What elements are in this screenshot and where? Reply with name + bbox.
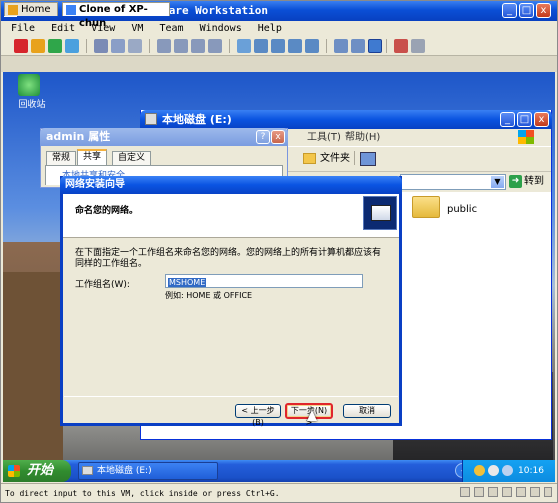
wizard-title: 网络安装向导 bbox=[65, 179, 125, 190]
menu-tools[interactable]: 工具(T) bbox=[307, 129, 341, 146]
sidebar-icon[interactable] bbox=[237, 39, 251, 53]
status-text: To direct input to this VM, click inside… bbox=[5, 489, 280, 498]
summary-icon[interactable] bbox=[305, 39, 319, 53]
menu-file[interactable]: File bbox=[11, 21, 35, 36]
cancel-button[interactable]: 取消 bbox=[343, 404, 391, 418]
folder-label[interactable]: public bbox=[447, 204, 477, 215]
windows-logo-icon bbox=[518, 130, 534, 144]
taskbar-item-label: 本地磁盘 (E:) bbox=[97, 466, 152, 476]
messages-icon[interactable] bbox=[334, 39, 348, 53]
toolbar-divider bbox=[229, 39, 230, 53]
network-computers-icon bbox=[363, 196, 397, 230]
back-button[interactable]: < 上一步(B) bbox=[235, 404, 281, 427]
revert-snapshot-icon[interactable] bbox=[111, 39, 125, 53]
explorer-minimize-button[interactable]: _ bbox=[500, 112, 515, 127]
folders-icon bbox=[303, 153, 316, 164]
menu-vm[interactable]: VM bbox=[131, 21, 143, 36]
workgroup-example: 例如: HOME 或 OFFICE bbox=[165, 291, 253, 300]
usb-icon[interactable] bbox=[516, 487, 526, 497]
drive-icon bbox=[82, 466, 93, 475]
security-shield-icon[interactable] bbox=[474, 465, 485, 476]
explorer-close-button[interactable]: x bbox=[534, 112, 549, 127]
wallpaper-building bbox=[3, 272, 63, 460]
team-suspend-icon[interactable] bbox=[191, 39, 205, 53]
properties-title-bar[interactable]: admin 属性 bbox=[40, 128, 288, 146]
windows-flag-icon bbox=[8, 465, 20, 477]
floppy-icon[interactable] bbox=[488, 487, 498, 497]
folders-button[interactable]: 文件夹 bbox=[320, 146, 350, 172]
suspend-icon[interactable] bbox=[31, 39, 45, 53]
message-icon[interactable] bbox=[544, 487, 552, 497]
tab-general[interactable]: 常规 bbox=[46, 151, 77, 165]
toolbar-divider bbox=[354, 151, 355, 165]
recycle-bin-label[interactable]: 回收站 bbox=[12, 97, 52, 110]
toolbar-divider bbox=[386, 39, 387, 53]
wizard-heading: 命名您的网络。 bbox=[75, 206, 139, 216]
power-on-icon[interactable] bbox=[48, 39, 62, 53]
views-icon[interactable] bbox=[360, 152, 376, 166]
toolbar-divider bbox=[86, 39, 87, 53]
taskbar-item-explorer[interactable]: 本地磁盘 (E:) bbox=[78, 462, 218, 480]
snapshot-manager-icon[interactable] bbox=[128, 39, 142, 53]
tab-home[interactable]: Home bbox=[4, 2, 58, 16]
cdrom-icon[interactable] bbox=[474, 487, 484, 497]
go-button[interactable]: 转到 bbox=[507, 174, 549, 190]
volume-icon[interactable] bbox=[502, 465, 513, 476]
menu-help-cn[interactable]: 帮助(H) bbox=[345, 129, 380, 146]
start-label: 开始 bbox=[27, 463, 54, 478]
wizard-divider bbox=[64, 396, 398, 397]
record-icon[interactable] bbox=[394, 39, 408, 53]
properties-close-button[interactable]: x bbox=[271, 130, 285, 144]
sound-icon[interactable] bbox=[530, 487, 540, 497]
toolbar-divider bbox=[326, 39, 327, 53]
wizard-description: 在下面指定一个工作组名来命名您的网络。您的网络上的所有计算机都应该有同样的工作组… bbox=[75, 248, 382, 269]
reset-icon[interactable] bbox=[65, 39, 79, 53]
maximize-button[interactable]: □ bbox=[519, 3, 534, 18]
wizard-header bbox=[63, 194, 399, 238]
workgroup-label: 工作组名(W): bbox=[75, 280, 130, 290]
home-icon bbox=[8, 5, 18, 15]
vm-icon bbox=[66, 5, 76, 15]
fullscreen-icon[interactable] bbox=[271, 39, 285, 53]
workgroup-value: MSHOME bbox=[168, 278, 207, 287]
snapshot-icon[interactable] bbox=[94, 39, 108, 53]
network-icon[interactable] bbox=[488, 465, 499, 476]
vm-tab-bar bbox=[1, 56, 557, 72]
power-off-icon[interactable] bbox=[14, 39, 28, 53]
drive-icon bbox=[145, 113, 157, 125]
explorer-maximize-button[interactable]: □ bbox=[517, 112, 532, 127]
close-button[interactable]: x bbox=[536, 3, 551, 18]
console-view-icon[interactable] bbox=[368, 39, 382, 53]
menu-edit[interactable]: Edit bbox=[51, 21, 75, 36]
workgroup-input[interactable]: MSHOME bbox=[165, 274, 363, 288]
recycle-bin-icon[interactable] bbox=[18, 74, 40, 96]
team-icon[interactable] bbox=[157, 39, 171, 53]
tab-vm[interactable]: Clone of XP-chun bbox=[62, 2, 170, 29]
menu-team[interactable]: Team bbox=[159, 21, 183, 36]
team-power-icon[interactable] bbox=[174, 39, 188, 53]
quick-switch-icon[interactable] bbox=[288, 39, 302, 53]
chevron-down-icon[interactable]: ▼ bbox=[490, 175, 505, 189]
console-icon[interactable] bbox=[254, 39, 268, 53]
tab-sharing[interactable]: 共享 bbox=[77, 149, 108, 165]
mouse-cursor-icon bbox=[307, 410, 317, 421]
team-reset-icon[interactable] bbox=[208, 39, 222, 53]
tab-customize[interactable]: 自定义 bbox=[112, 151, 152, 165]
menu-help[interactable]: Help bbox=[258, 21, 282, 36]
network-adapter-icon[interactable] bbox=[502, 487, 512, 497]
thumbnails-icon[interactable] bbox=[351, 39, 365, 53]
toolbar-divider bbox=[149, 39, 150, 53]
tab-home-label: Home bbox=[21, 4, 51, 15]
clock[interactable]: 10:16 bbox=[518, 460, 544, 482]
menu-windows[interactable]: Windows bbox=[200, 21, 242, 36]
play-recording-icon[interactable] bbox=[411, 39, 425, 53]
help-button[interactable]: ? bbox=[256, 130, 270, 144]
explorer-title: 本地磁盘 (E:) bbox=[162, 113, 232, 126]
explorer-title-bar[interactable]: 本地磁盘 (E:) bbox=[140, 110, 552, 129]
properties-title: admin 属性 bbox=[46, 130, 111, 143]
folder-icon[interactable] bbox=[412, 196, 440, 218]
wizard-title-bar[interactable]: 网络安装向导 bbox=[60, 176, 402, 194]
minimize-button[interactable]: _ bbox=[502, 3, 517, 18]
hdd-icon[interactable] bbox=[460, 487, 470, 497]
